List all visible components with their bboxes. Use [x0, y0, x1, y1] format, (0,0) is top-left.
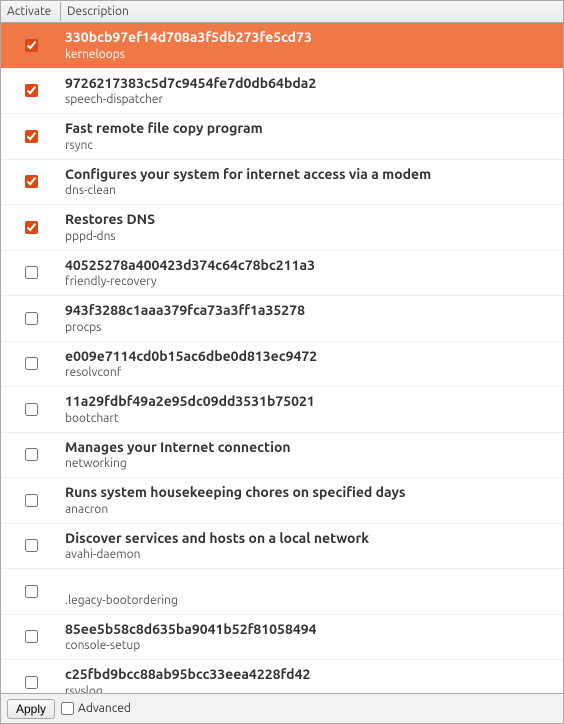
- service-title: Runs system housekeeping chores on speci…: [65, 484, 557, 502]
- service-title: 9726217383c5d7c9454fe7d0db64bda2: [65, 75, 557, 93]
- service-name: rsync: [65, 138, 557, 153]
- activate-cell: [1, 175, 61, 188]
- activate-checkbox[interactable]: [25, 357, 38, 370]
- activate-checkbox[interactable]: [25, 403, 38, 416]
- activate-checkbox[interactable]: [25, 175, 38, 188]
- description-cell: .legacy-bootordering: [61, 573, 563, 610]
- service-title: e009e7114cd0b15ac6dbe0d813ec9472: [65, 348, 557, 366]
- activate-checkbox[interactable]: [25, 130, 38, 143]
- service-title: Fast remote file copy program: [65, 120, 557, 138]
- table-row[interactable]: Configures your system for internet acce…: [1, 160, 563, 206]
- service-title: Restores DNS: [65, 211, 557, 229]
- service-title: [65, 575, 557, 593]
- table-row[interactable]: 943f3288c1aaa379fca73a3ff1a35278procps: [1, 296, 563, 342]
- activate-cell: [1, 312, 61, 325]
- service-title: 85ee5b58c8d635ba9041b52f81058494: [65, 621, 557, 639]
- table-header: Activate Description: [1, 1, 563, 23]
- description-cell: 9726217383c5d7c9454fe7d0db64bda2speech-d…: [61, 73, 563, 110]
- table-row[interactable]: e009e7114cd0b15ac6dbe0d813ec9472resolvco…: [1, 342, 563, 388]
- table-row[interactable]: Runs system housekeeping chores on speci…: [1, 478, 563, 524]
- activate-checkbox[interactable]: [25, 585, 38, 598]
- table-row[interactable]: 330bcb97ef14d708a3f5db273fe5cd73kerneloo…: [1, 23, 563, 69]
- description-cell: 40525278a400423d374c64c78bc211a3friendly…: [61, 255, 563, 292]
- activate-checkbox[interactable]: [25, 676, 38, 689]
- service-name: resolvconf: [65, 365, 557, 380]
- description-cell: Fast remote file copy programrsync: [61, 118, 563, 155]
- service-name: console-setup: [65, 638, 557, 653]
- advanced-label: Advanced: [78, 702, 131, 715]
- activate-cell: [1, 130, 61, 143]
- table-row[interactable]: Discover services and hosts on a local n…: [1, 524, 563, 570]
- service-name: dns-clean: [65, 183, 557, 198]
- service-title: 11a29fdbf49a2e95dc09dd3531b75021: [65, 393, 557, 411]
- table-row[interactable]: Restores DNSpppd-dns: [1, 205, 563, 251]
- service-title: 943f3288c1aaa379fca73a3ff1a35278: [65, 302, 557, 320]
- advanced-checkbox[interactable]: [61, 702, 74, 715]
- activate-cell: [1, 676, 61, 689]
- service-list[interactable]: 330bcb97ef14d708a3f5db273fe5cd73kerneloo…: [1, 23, 563, 693]
- table-row[interactable]: 85ee5b58c8d635ba9041b52f81058494console-…: [1, 615, 563, 661]
- activate-cell: [1, 448, 61, 461]
- service-name: kerneloops: [65, 47, 557, 62]
- service-title: Configures your system for internet acce…: [65, 166, 557, 184]
- activate-checkbox[interactable]: [25, 448, 38, 461]
- activate-checkbox[interactable]: [25, 266, 38, 279]
- description-cell: 330bcb97ef14d708a3f5db273fe5cd73kerneloo…: [61, 27, 563, 64]
- activate-checkbox[interactable]: [25, 84, 38, 97]
- service-name: pppd-dns: [65, 229, 557, 244]
- table-row[interactable]: Manages your Internet connectionnetworki…: [1, 433, 563, 479]
- service-name: speech-dispatcher: [65, 92, 557, 107]
- table-row[interactable]: Fast remote file copy programrsync: [1, 114, 563, 160]
- activate-cell: [1, 39, 61, 52]
- activate-checkbox[interactable]: [25, 494, 38, 507]
- description-cell: Configures your system for internet acce…: [61, 164, 563, 201]
- service-title: Manages your Internet connection: [65, 439, 557, 457]
- service-name: procps: [65, 320, 557, 335]
- apply-button[interactable]: Apply: [7, 699, 55, 719]
- table-row[interactable]: 11a29fdbf49a2e95dc09dd3531b75021bootchar…: [1, 387, 563, 433]
- activate-cell: [1, 84, 61, 97]
- service-name: avahi-daemon: [65, 547, 557, 562]
- description-cell: Restores DNSpppd-dns: [61, 209, 563, 246]
- description-cell: Manages your Internet connectionnetworki…: [61, 437, 563, 474]
- description-cell: 11a29fdbf49a2e95dc09dd3531b75021bootchar…: [61, 391, 563, 428]
- description-cell: c25fbd9bcc88ab95bcc33eea4228fd42rsyslog: [61, 664, 563, 693]
- activate-cell: [1, 630, 61, 643]
- header-activate[interactable]: Activate: [1, 2, 61, 21]
- service-name: bootchart: [65, 411, 557, 426]
- service-title: c25fbd9bcc88ab95bcc33eea4228fd42: [65, 666, 557, 684]
- service-title: Discover services and hosts on a local n…: [65, 530, 557, 548]
- footer-bar: Apply Advanced: [1, 693, 563, 723]
- activate-cell: [1, 266, 61, 279]
- description-cell: 943f3288c1aaa379fca73a3ff1a35278procps: [61, 300, 563, 337]
- activate-cell: [1, 221, 61, 234]
- table-row[interactable]: .legacy-bootordering: [1, 569, 563, 615]
- table-row[interactable]: 9726217383c5d7c9454fe7d0db64bda2speech-d…: [1, 69, 563, 115]
- service-name: rsyslog: [65, 684, 557, 694]
- activate-checkbox[interactable]: [25, 39, 38, 52]
- service-title: 330bcb97ef14d708a3f5db273fe5cd73: [65, 29, 557, 47]
- description-cell: Discover services and hosts on a local n…: [61, 528, 563, 565]
- activate-checkbox[interactable]: [25, 221, 38, 234]
- advanced-toggle[interactable]: Advanced: [61, 702, 131, 715]
- activate-checkbox[interactable]: [25, 312, 38, 325]
- description-cell: 85ee5b58c8d635ba9041b52f81058494console-…: [61, 619, 563, 656]
- service-name: anacron: [65, 502, 557, 517]
- service-name: networking: [65, 456, 557, 471]
- table-row[interactable]: 40525278a400423d374c64c78bc211a3friendly…: [1, 251, 563, 297]
- activate-cell: [1, 585, 61, 598]
- activate-checkbox[interactable]: [25, 630, 38, 643]
- activate-cell: [1, 403, 61, 416]
- activate-cell: [1, 539, 61, 552]
- table-row[interactable]: c25fbd9bcc88ab95bcc33eea4228fd42rsyslog: [1, 660, 563, 693]
- description-cell: e009e7114cd0b15ac6dbe0d813ec9472resolvco…: [61, 346, 563, 383]
- service-name: .legacy-bootordering: [65, 593, 557, 608]
- description-cell: Runs system housekeeping chores on speci…: [61, 482, 563, 519]
- service-name: friendly-recovery: [65, 274, 557, 289]
- activate-cell: [1, 357, 61, 370]
- activate-cell: [1, 494, 61, 507]
- header-description[interactable]: Description: [61, 2, 563, 21]
- activate-checkbox[interactable]: [25, 539, 38, 552]
- service-title: 40525278a400423d374c64c78bc211a3: [65, 257, 557, 275]
